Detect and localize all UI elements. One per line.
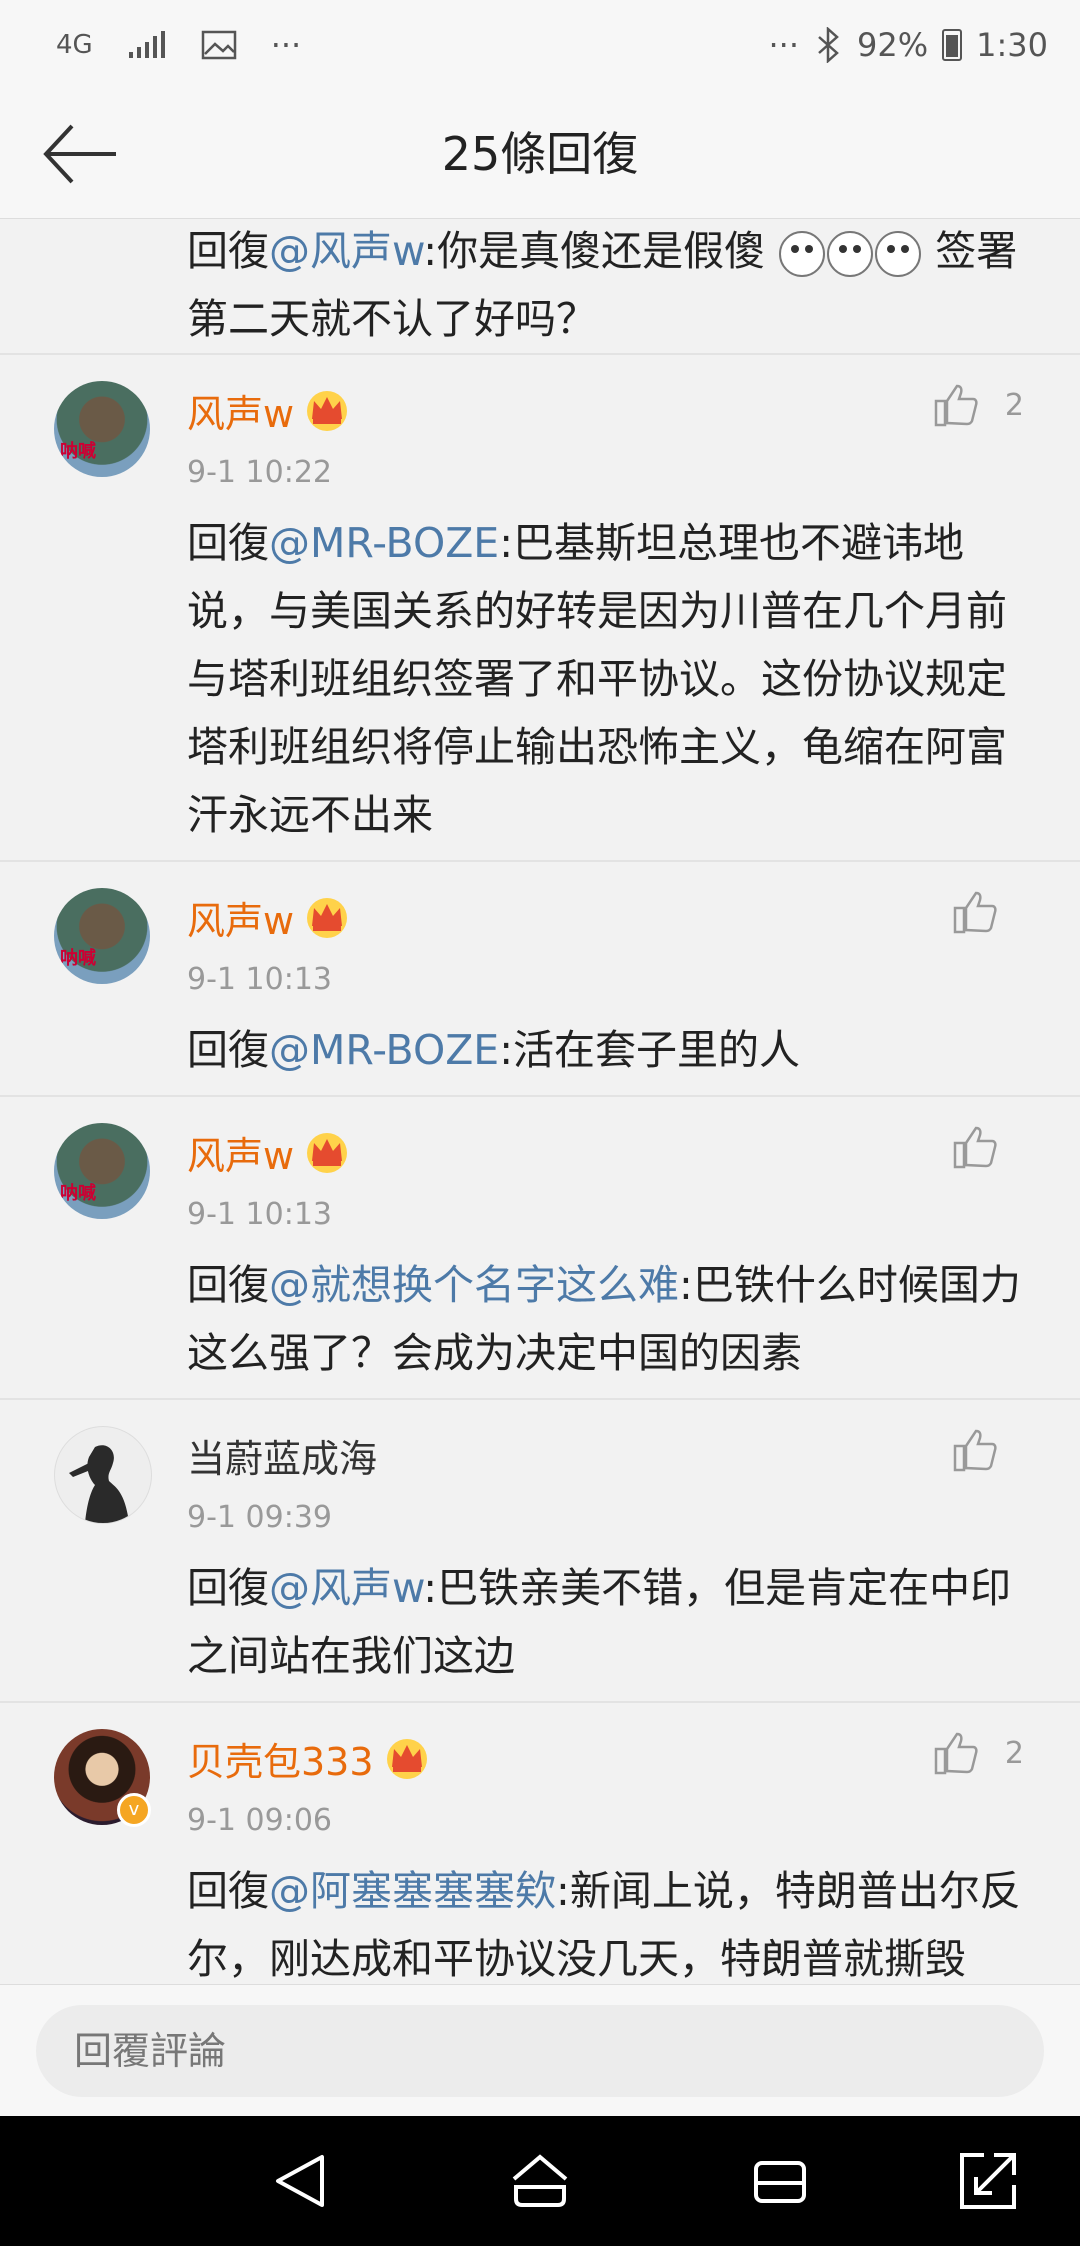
verified-badge-icon: v (117, 1793, 151, 1827)
emoji-icon (779, 231, 826, 277)
reply-prefix: 回復 (187, 519, 269, 567)
network-4g-icon: 4G (56, 30, 93, 60)
list-item: 呐喊 风声w 9-1 10:22 2 回復@MR-BOZE:巴基斯坦总理也不避讳… (0, 355, 1080, 862)
avatar[interactable] (54, 1426, 152, 1524)
timestamp: 9-1 09:39 (187, 1500, 332, 1535)
comment-body: :活在套子里的人 (499, 1026, 801, 1074)
like-count: 2 (1004, 1735, 1024, 1771)
timestamp: 9-1 10:22 (187, 455, 332, 490)
list-item: v 贝壳包333 9-1 09:06 2 回復@阿塞塞塞塞欸:新闻上说，特朗普出… (0, 1703, 1080, 1984)
signal-icon (128, 31, 165, 58)
list-item: 当蔚蓝成海 9-1 09:39 回復@风声w:巴铁亲美不错，但是肯定在中印之间站… (0, 1400, 1080, 1703)
username-text: 当蔚蓝成海 (187, 1437, 378, 1481)
like-button[interactable] (952, 1428, 1024, 1472)
thumbs-up-icon (934, 1732, 978, 1775)
mention-link[interactable]: @风声w (269, 1564, 423, 1612)
comment-text: 回復@阿塞塞塞塞欸:新闻上说，特朗普出尔反尔，刚达成和平协议没几天，特朗普就撕毁 (187, 1857, 1027, 1984)
comment-list[interactable]: 回復@风声w:你是真傻还是假傻 签署第二天就不认了好吗？ 呐喊 风声w 9-1 … (0, 219, 1080, 1984)
comment-text: 回復@风声w:你是真傻还是假傻 签署第二天就不认了好吗？ (187, 219, 1027, 353)
comment-body: :你是真傻还是假傻 (423, 227, 779, 275)
comment-text: 回復@风声w:巴铁亲美不错，但是肯定在中印之间站在我们这边 (187, 1554, 1027, 1690)
vip-crown-icon (386, 1738, 427, 1779)
battery-icon (942, 29, 963, 61)
like-button[interactable]: 2 (933, 383, 1024, 427)
reply-input[interactable]: 回覆評論 (36, 2005, 1044, 2097)
list-item: 呐喊 风声w 9-1 10:13 回復@就想换个名字这么难:巴铁什么时候国力这么… (0, 1097, 1080, 1400)
avatar-mark: 呐喊 (60, 441, 96, 462)
avatar[interactable]: 呐喊 (54, 888, 150, 984)
list-item: 呐喊 风声w 9-1 10:13 回復@MR-BOZE:活在套子里的人 (0, 862, 1080, 1097)
image-icon (201, 30, 236, 60)
username[interactable]: 贝壳包333 (187, 1731, 430, 1786)
reply-bar: 回覆評論 (0, 1984, 1080, 2117)
reply-prefix: 回復 (187, 227, 269, 275)
comment-text: 回復@就想换个名字这么难:巴铁什么时候国力这么强了？会成为决定中国的因素 (187, 1251, 1027, 1387)
username-text: 风声w (187, 1134, 295, 1178)
more-notifications-icon: ··· (270, 26, 302, 64)
mention-link[interactable]: @风声w (269, 227, 423, 275)
silhouette-icon (69, 1445, 129, 1523)
like-button[interactable] (952, 890, 1024, 934)
timestamp: 9-1 10:13 (187, 962, 332, 997)
status-bar: 4G ··· ··· 92% 1:30 (0, 0, 1080, 90)
avatar[interactable]: 呐喊 (54, 1123, 150, 1219)
username[interactable]: 风声w (187, 1125, 350, 1180)
vip-crown-icon (307, 897, 348, 938)
username-text: 贝壳包333 (187, 1740, 374, 1784)
thumbs-up-icon (953, 1126, 997, 1169)
header: 25條回復 (0, 90, 1080, 219)
navigation-bar (0, 2116, 1080, 2246)
username-text: 风声w (187, 899, 295, 943)
thumbs-up-icon (953, 1429, 997, 1472)
like-button[interactable] (952, 1125, 1024, 1169)
home-nav-icon[interactable] (508, 2149, 572, 2213)
vip-crown-icon (307, 390, 348, 431)
like-button[interactable]: 2 (933, 1731, 1024, 1775)
comment-text: 回復@MR-BOZE:活在套子里的人 (187, 1016, 1027, 1084)
avatar[interactable]: 呐喊 (54, 381, 150, 477)
more-status-icon: ··· (768, 26, 800, 64)
thumbs-up-icon (934, 384, 978, 427)
reply-prefix: 回復 (187, 1026, 269, 1074)
reply-prefix: 回復 (187, 1564, 269, 1612)
mention-link[interactable]: @阿塞塞塞塞欸 (269, 1867, 556, 1915)
list-item: 回復@风声w:你是真傻还是假傻 签署第二天就不认了好吗？ (0, 219, 1080, 355)
reply-prefix: 回復 (187, 1867, 269, 1915)
timestamp: 9-1 10:13 (187, 1197, 332, 1232)
like-count: 2 (1004, 387, 1024, 423)
mention-link[interactable]: @MR-BOZE (269, 1026, 499, 1074)
back-nav-icon[interactable] (268, 2149, 332, 2213)
recents-nav-icon[interactable] (748, 2149, 812, 2213)
emoji-icon (827, 231, 874, 277)
clock: 1:30 (976, 26, 1048, 64)
username[interactable]: 风声w (187, 890, 350, 945)
comment-body: :巴基斯坦总理也不避讳地说，与美国关系的好转是因为川普在几个月前与塔利班组织签署… (187, 519, 1007, 839)
comment-text: 回復@MR-BOZE:巴基斯坦总理也不避讳地说，与美国关系的好转是因为川普在几个… (187, 509, 1027, 849)
username[interactable]: 当蔚蓝成海 (187, 1428, 377, 1483)
page-title: 25條回復 (441, 127, 639, 181)
battery-percent: 92% (857, 26, 929, 64)
emoji-icon (875, 231, 922, 277)
vip-crown-icon (307, 1132, 348, 1173)
username-text: 风声w (187, 392, 295, 436)
timestamp: 9-1 09:06 (187, 1803, 332, 1838)
username[interactable]: 风声w (187, 383, 350, 438)
mention-link[interactable]: @MR-BOZE (269, 519, 499, 567)
expand-screen-icon[interactable] (956, 2149, 1020, 2213)
avatar-mark: 呐喊 (60, 948, 96, 969)
reply-prefix: 回復 (187, 1261, 269, 1309)
mention-link[interactable]: @就想换个名字这么难 (269, 1261, 679, 1309)
bluetooth-icon (818, 27, 839, 63)
thumbs-up-icon (953, 891, 997, 934)
avatar-mark: 呐喊 (60, 1183, 96, 1204)
